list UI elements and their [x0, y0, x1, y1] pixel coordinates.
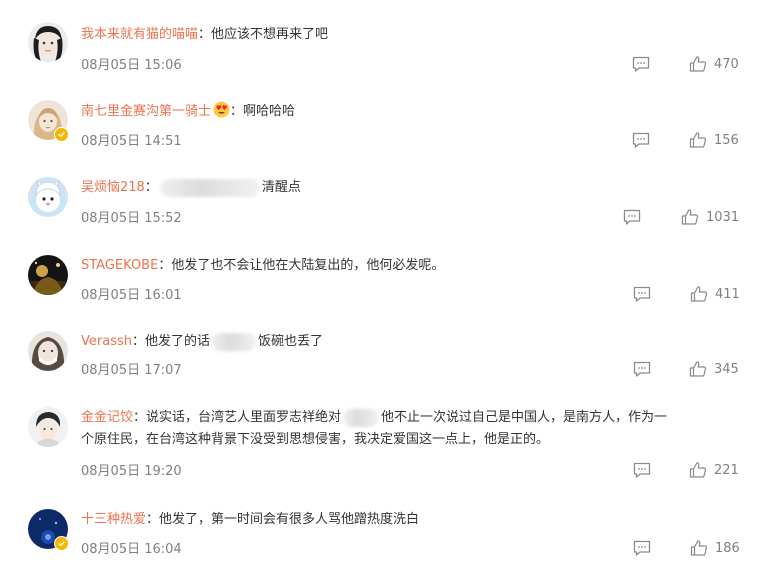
reply-button[interactable]	[631, 54, 651, 74]
author-name[interactable]: 十三种热爱	[81, 512, 146, 527]
comment-text: 清醒点	[261, 180, 301, 195]
like-count: 186	[715, 540, 740, 556]
reply-button[interactable]	[622, 207, 642, 227]
separator: ：	[144, 180, 158, 195]
comment-content: 十三种热爱：他发了，第一时间会有很多人骂他蹭热度洗白	[81, 509, 761, 531]
like-button[interactable]: 345	[689, 359, 739, 379]
comment-text: 他发了的话	[145, 334, 211, 349]
comment-text: 说实话，台湾艺人里面罗志祥绝对	[146, 410, 342, 425]
comment-time: 08月05日 16:01	[81, 288, 182, 303]
like-count: 411	[715, 286, 740, 302]
separator: ：	[133, 410, 147, 425]
avatar[interactable]	[28, 331, 68, 371]
thumbs-up-icon	[689, 132, 707, 148]
avatar[interactable]	[28, 407, 68, 447]
comment-content: 金金记饺：说实话，台湾艺人里面罗志祥绝对 他不止一次说过自己是中国人，是南方人，作…	[81, 407, 761, 451]
like-count: 345	[714, 361, 739, 377]
comment-icon	[632, 56, 650, 72]
avatar[interactable]	[28, 177, 68, 217]
reply-button[interactable]	[632, 359, 652, 379]
thumbs-up-icon	[689, 361, 707, 377]
author-name[interactable]: Verassh	[81, 334, 132, 349]
thumbs-up-icon	[689, 56, 707, 72]
verified-badge-icon	[54, 127, 69, 142]
like-button[interactable]: 221	[689, 460, 739, 480]
redacted-text	[212, 332, 257, 351]
comment-time: 08月05日 16:04	[81, 542, 182, 557]
author-name[interactable]: 吴烦恼218	[81, 180, 145, 195]
comment-time: 08月05日 17:07	[81, 363, 182, 378]
reply-button[interactable]	[632, 460, 652, 480]
comment-text: 他发了，第一时间会有很多人骂他蹭热度洗白	[159, 512, 420, 527]
thumbs-up-icon	[681, 209, 699, 225]
like-count: 1031	[706, 209, 740, 225]
author-name[interactable]: 金金记饺	[81, 410, 133, 425]
reply-button[interactable]	[632, 538, 652, 558]
like-button[interactable]: 156	[689, 130, 739, 150]
comment-content: Verassh：他发了的话 饭碗也丢了	[81, 331, 761, 353]
author-name[interactable]: 我本来就有猫的喵喵	[81, 27, 198, 42]
separator: ：	[146, 512, 160, 527]
comment-icon	[623, 209, 641, 225]
like-button[interactable]: 411	[690, 284, 740, 304]
heart-eyes-emoji	[213, 101, 230, 118]
like-count: 470	[714, 56, 739, 72]
thumbs-up-icon	[690, 540, 708, 556]
comment-text: 他发了也不会让他在大陆复出的，他何必发呢。	[171, 258, 445, 273]
like-count: 156	[714, 132, 739, 148]
separator: ：	[230, 104, 244, 119]
comment-content: 南七里金赛沟第一骑士 ：啊哈哈哈	[81, 101, 761, 123]
comment-text: 饭碗也丢了	[258, 334, 324, 349]
comment-time: 08月05日 15:52	[81, 211, 182, 226]
comment-text: 他应该不想再来了吧	[211, 27, 329, 42]
comment-time: 08月05日 15:06	[81, 58, 182, 73]
separator: ：	[198, 27, 212, 42]
comment-content: 吴烦恼218： 清醒点	[81, 177, 761, 199]
author-name[interactable]: 南七里金赛沟第一骑士	[81, 104, 211, 119]
comment-text: 啊哈哈哈	[243, 104, 296, 119]
avatar[interactable]	[28, 22, 68, 62]
like-count: 221	[714, 462, 739, 478]
redacted-text	[159, 178, 260, 197]
comment-text: 个原住民，在台湾这种背景下没受到思想侵害，我决定爱国这一点上，他是正的。	[81, 432, 550, 447]
comment-content: STAGEKOBE：他发了也不会让他在大陆复出的，他何必发呢。	[81, 255, 761, 277]
thumbs-up-icon	[690, 286, 708, 302]
like-button[interactable]: 186	[690, 538, 740, 558]
separator: ：	[131, 334, 145, 349]
comment-text: 他不止一次说过自己是中国人，是南方人，作为一	[381, 410, 668, 425]
reply-button[interactable]	[632, 284, 652, 304]
comment-icon	[633, 540, 651, 556]
redacted-text	[343, 408, 380, 427]
comment-time: 08月05日 19:20	[81, 464, 182, 479]
comment-icon	[633, 286, 651, 302]
comment-icon	[633, 361, 651, 377]
thumbs-up-icon	[689, 462, 707, 478]
like-button[interactable]: 1031	[681, 207, 739, 227]
reply-button[interactable]	[631, 130, 651, 150]
comment-content: 我本来就有猫的喵喵：他应该不想再来了吧	[81, 24, 761, 46]
comment-icon	[633, 462, 651, 478]
comment-time: 08月05日 14:51	[81, 134, 182, 149]
like-button[interactable]: 470	[689, 54, 739, 74]
verified-badge-icon	[54, 536, 69, 551]
separator: ：	[158, 258, 172, 273]
comment-icon	[632, 132, 650, 148]
avatar[interactable]	[28, 255, 68, 295]
author-name[interactable]: STAGEKOBE	[81, 258, 158, 273]
